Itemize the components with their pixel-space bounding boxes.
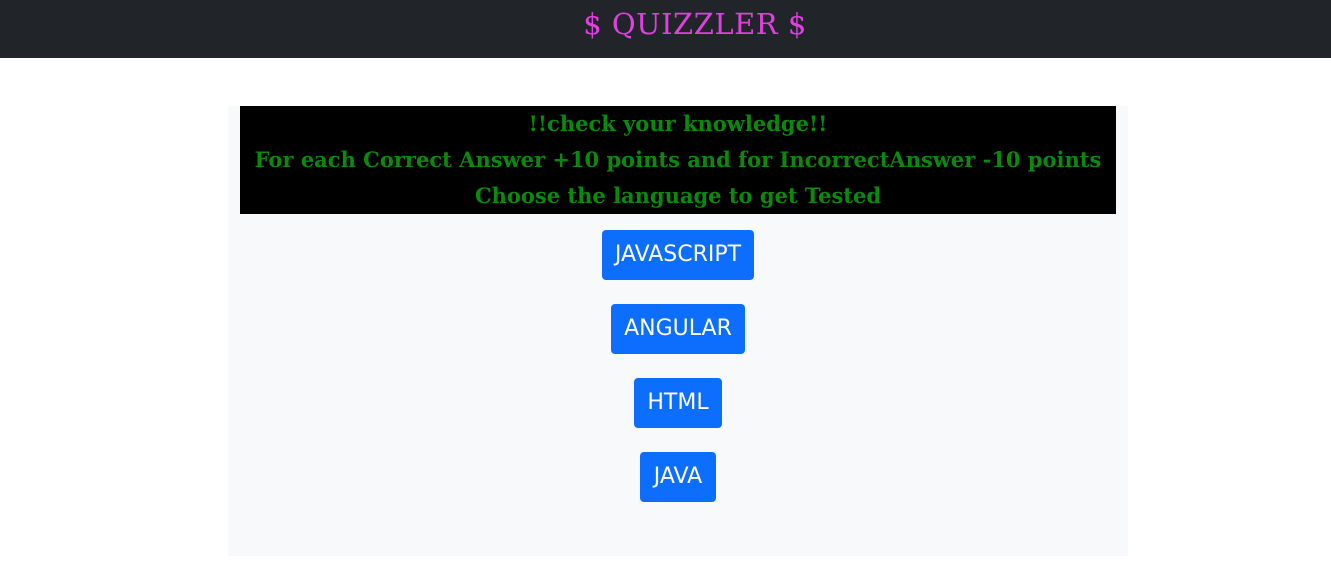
angular-button[interactable]: ANGULAR xyxy=(611,304,745,354)
quiz-start-panel: !!check your knowledge!! For each Correc… xyxy=(228,106,1128,556)
javascript-button[interactable]: JAVASCRIPT xyxy=(602,230,754,280)
banner-scoring-rules: For each Correct Answer +10 points and f… xyxy=(254,147,1102,172)
app-brand-title[interactable]: $ QUIZZLER $ xyxy=(0,0,1331,48)
banner-choose-prompt: Choose the language to get Tested xyxy=(474,183,882,208)
banner-heading: !!check your knowledge!! xyxy=(528,111,828,136)
java-button[interactable]: JAVA xyxy=(640,452,716,502)
html-button[interactable]: HTML xyxy=(634,378,722,428)
top-navbar: $ QUIZZLER $ xyxy=(0,0,1331,58)
instructions-banner: !!check your knowledge!! For each Correc… xyxy=(240,106,1116,214)
